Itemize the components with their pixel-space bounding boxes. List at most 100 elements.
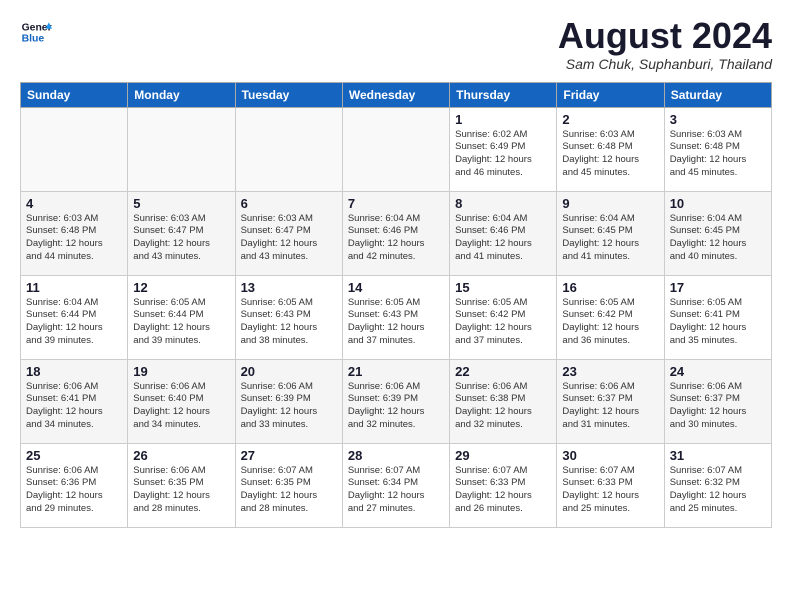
calendar-cell bbox=[21, 107, 128, 191]
header-day-sunday: Sunday bbox=[21, 82, 128, 107]
day-number: 6 bbox=[241, 196, 337, 211]
day-number: 24 bbox=[670, 364, 766, 379]
day-number: 16 bbox=[562, 280, 658, 295]
calendar-cell: 23 Sunrise: 6:06 AM Sunset: 6:37 PM Dayli… bbox=[557, 359, 664, 443]
day-info: Sunrise: 6:03 AM Sunset: 6:47 PM Dayligh… bbox=[241, 213, 337, 264]
week-row-5: 25 Sunrise: 6:06 AM Sunset: 6:36 PM Dayli… bbox=[21, 443, 772, 527]
day-info: Sunrise: 6:05 AM Sunset: 6:43 PM Dayligh… bbox=[348, 297, 444, 348]
day-info: Sunrise: 6:03 AM Sunset: 6:48 PM Dayligh… bbox=[562, 129, 658, 180]
day-number: 23 bbox=[562, 364, 658, 379]
calendar-cell: 26Sunrise: 6:06 AM Sunset: 6:35 PM Dayli… bbox=[128, 443, 235, 527]
calendar-cell: 20 Sunrise: 6:06 AM Sunset: 6:39 PM Dayli… bbox=[235, 359, 342, 443]
calendar-cell bbox=[342, 107, 449, 191]
day-info: Sunrise: 6:05 AM Sunset: 6:41 PM Dayligh… bbox=[670, 297, 766, 348]
svg-text:Blue: Blue bbox=[22, 34, 45, 45]
day-info: Sunrise: 6:06 AM Sunset: 6:37 PM Dayligh… bbox=[670, 381, 766, 432]
day-number: 18 bbox=[26, 364, 122, 379]
day-number: 8 bbox=[455, 196, 551, 211]
calendar-cell: 14 Sunrise: 6:05 AM Sunset: 6:43 PM Dayli… bbox=[342, 275, 449, 359]
calendar-cell: 22 Sunrise: 6:06 AM Sunset: 6:38 PM Dayli… bbox=[450, 359, 557, 443]
day-info: Sunrise: 6:04 AM Sunset: 6:44 PM Dayligh… bbox=[26, 297, 122, 348]
calendar-cell: 12 Sunrise: 6:05 AM Sunset: 6:44 PM Dayli… bbox=[128, 275, 235, 359]
day-number: 19 bbox=[133, 364, 229, 379]
day-number: 30 bbox=[562, 448, 658, 463]
day-info: Sunrise: 6:07 AM Sunset: 6:33 PM Dayligh… bbox=[455, 465, 551, 516]
day-number: 2 bbox=[562, 112, 658, 127]
day-number: 15 bbox=[455, 280, 551, 295]
day-number: 4 bbox=[26, 196, 122, 211]
day-number: 27 bbox=[241, 448, 337, 463]
calendar-cell: 10 Sunrise: 6:04 AM Sunset: 6:45 PM Dayli… bbox=[664, 191, 771, 275]
day-info: Sunrise: 6:07 AM Sunset: 6:33 PM Dayligh… bbox=[562, 465, 658, 516]
calendar-cell: 25 Sunrise: 6:06 AM Sunset: 6:36 PM Dayli… bbox=[21, 443, 128, 527]
week-row-4: 18 Sunrise: 6:06 AM Sunset: 6:41 PM Dayli… bbox=[21, 359, 772, 443]
calendar-cell: 7Sunrise: 6:04 AM Sunset: 6:46 PM Daylig… bbox=[342, 191, 449, 275]
title-section: August 2024 Sam Chuk, Suphanburi, Thaila… bbox=[558, 16, 772, 72]
day-info: Sunrise: 6:05 AM Sunset: 6:42 PM Dayligh… bbox=[455, 297, 551, 348]
calendar-cell: 4 Sunrise: 6:03 AM Sunset: 6:48 PM Daylig… bbox=[21, 191, 128, 275]
location: Sam Chuk, Suphanburi, Thailand bbox=[558, 56, 772, 72]
day-info: Sunrise: 6:06 AM Sunset: 6:37 PM Dayligh… bbox=[562, 381, 658, 432]
day-number: 5 bbox=[133, 196, 229, 211]
day-info: Sunrise: 6:03 AM Sunset: 6:48 PM Dayligh… bbox=[26, 213, 122, 264]
calendar-cell: 8 Sunrise: 6:04 AM Sunset: 6:46 PM Daylig… bbox=[450, 191, 557, 275]
calendar-cell: 21Sunrise: 6:06 AM Sunset: 6:39 PM Dayli… bbox=[342, 359, 449, 443]
header-day-tuesday: Tuesday bbox=[235, 82, 342, 107]
calendar-cell: 11 Sunrise: 6:04 AM Sunset: 6:44 PM Dayli… bbox=[21, 275, 128, 359]
calendar-cell: 24 Sunrise: 6:06 AM Sunset: 6:37 PM Dayli… bbox=[664, 359, 771, 443]
day-info: Sunrise: 6:04 AM Sunset: 6:46 PM Dayligh… bbox=[455, 213, 551, 264]
header-day-thursday: Thursday bbox=[450, 82, 557, 107]
logo-icon: General Blue bbox=[20, 16, 52, 48]
header-row: SundayMondayTuesdayWednesdayThursdayFrid… bbox=[21, 82, 772, 107]
header-day-saturday: Saturday bbox=[664, 82, 771, 107]
calendar-cell: 15 Sunrise: 6:05 AM Sunset: 6:42 PM Dayli… bbox=[450, 275, 557, 359]
day-info: Sunrise: 6:06 AM Sunset: 6:39 PM Dayligh… bbox=[241, 381, 337, 432]
calendar-cell bbox=[128, 107, 235, 191]
day-info: Sunrise: 6:04 AM Sunset: 6:45 PM Dayligh… bbox=[670, 213, 766, 264]
day-info: Sunrise: 6:04 AM Sunset: 6:46 PM Dayligh… bbox=[348, 213, 444, 264]
week-row-2: 4 Sunrise: 6:03 AM Sunset: 6:48 PM Daylig… bbox=[21, 191, 772, 275]
header-day-wednesday: Wednesday bbox=[342, 82, 449, 107]
day-info: Sunrise: 6:06 AM Sunset: 6:41 PM Dayligh… bbox=[26, 381, 122, 432]
day-info: Sunrise: 6:06 AM Sunset: 6:36 PM Dayligh… bbox=[26, 465, 122, 516]
day-number: 28 bbox=[348, 448, 444, 463]
header-day-friday: Friday bbox=[557, 82, 664, 107]
month-title: August 2024 bbox=[558, 16, 772, 56]
calendar-table: SundayMondayTuesdayWednesdayThursdayFrid… bbox=[20, 82, 772, 528]
day-number: 1 bbox=[455, 112, 551, 127]
day-info: Sunrise: 6:07 AM Sunset: 6:35 PM Dayligh… bbox=[241, 465, 337, 516]
day-info: Sunrise: 6:02 AM Sunset: 6:49 PM Dayligh… bbox=[455, 129, 551, 180]
calendar-cell: 16Sunrise: 6:05 AM Sunset: 6:42 PM Dayli… bbox=[557, 275, 664, 359]
calendar-cell: 5 Sunrise: 6:03 AM Sunset: 6:47 PM Daylig… bbox=[128, 191, 235, 275]
header-day-monday: Monday bbox=[128, 82, 235, 107]
calendar-cell: 3 Sunrise: 6:03 AM Sunset: 6:48 PM Daylig… bbox=[664, 107, 771, 191]
calendar-cell: 19 Sunrise: 6:06 AM Sunset: 6:40 PM Dayli… bbox=[128, 359, 235, 443]
day-number: 20 bbox=[241, 364, 337, 379]
day-info: Sunrise: 6:06 AM Sunset: 6:40 PM Dayligh… bbox=[133, 381, 229, 432]
day-number: 11 bbox=[26, 280, 122, 295]
day-info: Sunrise: 6:05 AM Sunset: 6:44 PM Dayligh… bbox=[133, 297, 229, 348]
day-number: 9 bbox=[562, 196, 658, 211]
calendar-cell: 31Sunrise: 6:07 AM Sunset: 6:32 PM Dayli… bbox=[664, 443, 771, 527]
day-info: Sunrise: 6:06 AM Sunset: 6:38 PM Dayligh… bbox=[455, 381, 551, 432]
day-number: 12 bbox=[133, 280, 229, 295]
page: General Blue August 2024 Sam Chuk, Supha… bbox=[0, 0, 792, 538]
day-info: Sunrise: 6:03 AM Sunset: 6:47 PM Dayligh… bbox=[133, 213, 229, 264]
day-info: Sunrise: 6:07 AM Sunset: 6:34 PM Dayligh… bbox=[348, 465, 444, 516]
calendar-cell: 18 Sunrise: 6:06 AM Sunset: 6:41 PM Dayli… bbox=[21, 359, 128, 443]
calendar-cell: 30 Sunrise: 6:07 AM Sunset: 6:33 PM Dayli… bbox=[557, 443, 664, 527]
day-number: 10 bbox=[670, 196, 766, 211]
day-number: 29 bbox=[455, 448, 551, 463]
day-number: 17 bbox=[670, 280, 766, 295]
day-number: 31 bbox=[670, 448, 766, 463]
day-number: 3 bbox=[670, 112, 766, 127]
calendar-cell: 28 Sunrise: 6:07 AM Sunset: 6:34 PM Dayli… bbox=[342, 443, 449, 527]
day-info: Sunrise: 6:03 AM Sunset: 6:48 PM Dayligh… bbox=[670, 129, 766, 180]
header: General Blue August 2024 Sam Chuk, Supha… bbox=[20, 16, 772, 72]
day-number: 21 bbox=[348, 364, 444, 379]
day-number: 22 bbox=[455, 364, 551, 379]
day-number: 14 bbox=[348, 280, 444, 295]
day-info: Sunrise: 6:06 AM Sunset: 6:35 PM Dayligh… bbox=[133, 465, 229, 516]
day-number: 25 bbox=[26, 448, 122, 463]
calendar-cell: 17 Sunrise: 6:05 AM Sunset: 6:41 PM Dayli… bbox=[664, 275, 771, 359]
